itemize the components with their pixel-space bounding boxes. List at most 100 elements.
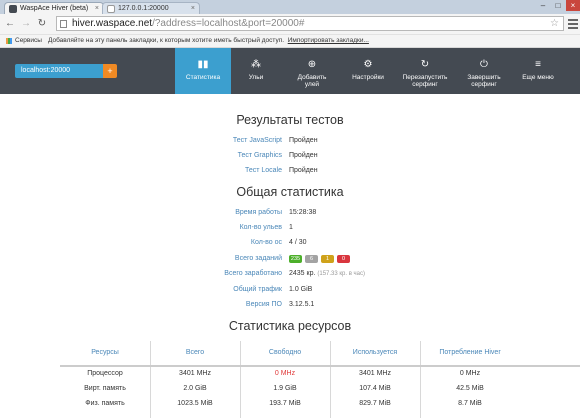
tab-title: WaspAce Hiver (beta) — [20, 5, 89, 12]
apps-grid-icon[interactable] — [6, 38, 12, 44]
nav-item-bar-chart[interactable]: ▮▮ Статистика — [175, 48, 231, 94]
url-path: /?address=localhost&port=20000# — [152, 18, 305, 29]
url-host: hiver.waspace.net — [72, 18, 153, 29]
stat-value: 15:28:38 — [289, 209, 317, 216]
stat-value: 4 / 30 — [289, 239, 307, 246]
test-row-locale: Тест Locale Пройден — [0, 165, 580, 177]
close-tab-icon[interactable]: × — [191, 3, 195, 14]
stat-hives: Кол-во ульев 1 — [0, 222, 580, 234]
add-host-button[interactable]: + — [103, 64, 117, 78]
nav-item-gear[interactable]: ⚙ Настройки — [342, 48, 394, 94]
stat-label: Версия ПО — [245, 301, 282, 308]
stat-label: Общий трафик — [233, 286, 282, 293]
resource-free: 1.9 GiB — [273, 385, 297, 392]
browser-menu-icon[interactable] — [568, 17, 578, 29]
nav-item-add-hive[interactable]: ⊕ Добавить улей — [286, 48, 338, 94]
test-row-graphics: Тест Graphics Пройден — [0, 150, 580, 162]
resource-name: Физ. память — [85, 400, 125, 407]
test-label: Тест Graphics — [237, 152, 282, 159]
test-value: Пройден — [289, 137, 318, 144]
nav-item-restart[interactable]: ↻ Перезапустить серфинг — [399, 48, 451, 94]
back-arrow-icon[interactable]: ← — [4, 17, 16, 31]
apps-link[interactable]: Сервисы — [15, 35, 42, 47]
column-header: Потребление Hiver — [439, 349, 501, 356]
close-tab-icon[interactable]: × — [95, 3, 99, 14]
tasks-queued-badge: 6 — [305, 255, 318, 263]
stat-label: Всего заданий — [234, 255, 282, 262]
resource-used: 829.7 MiB — [359, 400, 391, 407]
stat-label: Кол-во ос — [250, 239, 282, 246]
tasks-warning-badge: 1 — [321, 255, 334, 263]
resource-name: Процессор — [87, 370, 123, 377]
host-selector[interactable]: localhost:20000 — [15, 64, 103, 78]
column-header: Свободно — [268, 349, 302, 356]
waspace-favicon-icon — [9, 5, 17, 13]
bookmark-star-icon[interactable]: ☆ — [550, 17, 559, 31]
resource-total: 1023.5 MiB — [177, 400, 213, 407]
restart-icon: ↻ — [420, 59, 430, 70]
test-label: Тест Locale — [244, 167, 282, 174]
browser-tab-strip: WaspAce Hiver (beta) × 127.0.0.1:20000 ×… — [0, 0, 580, 14]
stat-value: 3.12.5.1 — [289, 301, 315, 308]
tasks-error-badge: 0 — [337, 255, 350, 263]
reload-icon[interactable]: ↻ — [36, 17, 48, 31]
table-header-row: Ресурсы Всего Свободно Используется Потр… — [60, 341, 580, 367]
power-icon: ⏻ — [480, 59, 488, 70]
table-row: Вирт. память 2.0 GiB 1.9 GiB 107.4 MiB 4… — [60, 381, 580, 396]
test-row-javascript: Тест JavaScript Пройден — [0, 135, 580, 147]
resource-hiver: 42.5 MiB — [456, 385, 484, 392]
nav-item-label: Еще меню — [522, 74, 554, 81]
resource-total: 2.0 GiB — [183, 385, 207, 392]
resource-free: 193.7 MiB — [269, 400, 301, 407]
bar-chart-icon: ▮▮ — [197, 59, 209, 70]
nav-item-power[interactable]: ⏻ Завершить серфинг — [458, 48, 510, 94]
test-label: Тест JavaScript — [232, 137, 282, 144]
resource-hiver: 8.7 MiB — [458, 400, 482, 407]
column-header: Всего — [185, 349, 205, 356]
table-row: Физ. память 1023.5 MiB 193.7 MiB 829.7 M… — [60, 396, 580, 411]
tasks-done-badge: 235 — [289, 255, 302, 263]
stat-label: Кол-во ульев — [239, 224, 282, 231]
stat-label: Время работы — [235, 209, 282, 216]
bookmarks-hint-text: Добавляйте на эту панель закладки, к кот… — [48, 37, 285, 44]
page-favicon-icon — [107, 5, 115, 13]
stat-version: Версия ПО 3.12.5.1 — [0, 299, 580, 311]
nav-item-label: Настройки — [352, 74, 384, 81]
column-header: Используется — [352, 349, 398, 356]
resource-hiver: 0 MHz — [459, 370, 481, 377]
import-bookmarks-link[interactable]: Импортировать закладки... — [288, 37, 369, 44]
resource-total: 3401 MHz — [179, 370, 211, 377]
minimize-window-icon[interactable]: – — [536, 0, 550, 11]
browser-toolbar: ← → ↻ hiver.waspace.net/?address=localho… — [0, 14, 580, 35]
bookmarks-hint: Добавляйте на эту панель закладки, к кот… — [48, 35, 369, 47]
nav-item-label: Ульи — [248, 74, 264, 81]
page-info-icon[interactable] — [60, 20, 67, 28]
add-hive-icon: ⊕ — [307, 59, 317, 70]
address-url: hiver.waspace.net/?address=localhost&por… — [72, 17, 304, 31]
nav-item-hives[interactable]: ⁂ Ульи — [230, 48, 282, 94]
stat-traffic: Общий трафик 1.0 GiB — [0, 284, 580, 296]
gear-icon: ⚙ — [363, 59, 373, 70]
tab-localhost[interactable]: 127.0.0.1:20000 × — [102, 2, 200, 14]
earned-total: 2435 кр. — [289, 270, 316, 277]
address-bar[interactable]: hiver.waspace.net/?address=localhost&por… — [56, 16, 564, 31]
earned-rate: (157.33 кр. в час) — [317, 271, 366, 277]
stat-value: 1 — [289, 224, 293, 231]
forward-arrow-icon[interactable]: → — [20, 17, 32, 31]
resource-free: 0 MHz — [274, 370, 296, 377]
close-window-icon[interactable]: × — [566, 0, 580, 11]
tab-waspace-hiver[interactable]: WaspAce Hiver (beta) × — [4, 2, 104, 14]
maximize-window-icon[interactable]: □ — [551, 0, 565, 11]
hives-icon: ⁂ — [251, 59, 261, 70]
resource-name: Вирт. память — [84, 385, 126, 392]
general-stats-title: Общая статистика — [236, 185, 344, 199]
tab-title: 127.0.0.1:20000 — [118, 5, 169, 12]
nav-item-label: Перезапустить серфинг — [402, 74, 448, 88]
resources-title: Статистика ресурсов — [228, 319, 352, 333]
stat-uptime: Время работы 15:28:38 — [0, 207, 580, 219]
nav-item-menu[interactable]: ≡ Еще меню — [512, 48, 564, 94]
nav-item-label: Завершить серфинг — [467, 74, 501, 88]
test-value: Пройден — [289, 152, 318, 159]
resource-used: 3401 MHz — [359, 370, 391, 377]
stat-os: Кол-во ос 4 / 30 — [0, 237, 580, 249]
